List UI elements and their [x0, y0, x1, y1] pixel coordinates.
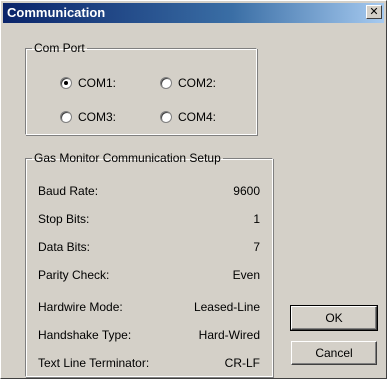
- setting-label: Data Bits:: [38, 240, 91, 254]
- title-bar[interactable]: Communication ✕: [3, 3, 384, 23]
- window-title: Communication: [7, 5, 106, 20]
- ok-button[interactable]: OK: [290, 305, 378, 331]
- com-port-legend: Com Port: [34, 41, 85, 55]
- setting-label: Hardwire Mode:: [38, 300, 123, 314]
- setting-row-baud-rate: Baud Rate: 9600: [38, 183, 260, 199]
- setting-row-hardwire-mode: Hardwire Mode: Leased-Line: [38, 299, 260, 315]
- radio-com1[interactable]: COM1:: [60, 75, 116, 91]
- setting-label: Text Line Terminator:: [38, 356, 150, 370]
- close-button[interactable]: ✕: [366, 5, 382, 19]
- setting-value: 7: [253, 240, 260, 254]
- setting-row-data-bits: Data Bits: 7: [38, 239, 260, 255]
- cancel-button[interactable]: Cancel: [291, 341, 377, 365]
- radio-com4-label: COM4:: [178, 110, 217, 124]
- setting-value: CR-LF: [224, 356, 260, 370]
- setting-row-text-line-terminator: Text Line Terminator: CR-LF: [38, 355, 260, 371]
- setting-row-parity-check: Parity Check: Even: [38, 267, 260, 283]
- setting-label: Stop Bits:: [38, 212, 90, 226]
- communication-dialog: Communication ✕ Com Port COM1: COM2: COM…: [0, 0, 387, 379]
- setting-row-stop-bits: Stop Bits: 1: [38, 211, 260, 227]
- setting-label: Parity Check:: [38, 268, 110, 282]
- setting-row-handshake-type: Handshake Type: Hard-Wired: [38, 327, 260, 343]
- radio-com2[interactable]: COM2:: [160, 75, 216, 91]
- setting-value: Hard-Wired: [198, 328, 260, 342]
- gas-monitor-setup-legend: Gas Monitor Communication Setup: [34, 151, 221, 165]
- gas-monitor-setup-group: Gas Monitor Communication Setup Baud Rat…: [25, 151, 273, 377]
- radio-com3-label: COM3:: [78, 110, 117, 124]
- com-port-group: Com Port COM1: COM2: COM3: COM4:: [25, 41, 257, 135]
- radio-button-icon[interactable]: [60, 77, 72, 89]
- close-icon: ✕: [369, 5, 379, 18]
- setting-value: Leased-Line: [193, 300, 260, 314]
- setting-value: 9600: [233, 184, 260, 198]
- setting-value: Even: [232, 268, 260, 282]
- setting-label: Baud Rate:: [38, 184, 99, 198]
- setting-label: Handshake Type:: [38, 328, 132, 342]
- radio-com4[interactable]: COM4:: [160, 109, 216, 125]
- radio-com3[interactable]: COM3:: [60, 109, 116, 125]
- radio-button-icon[interactable]: [160, 77, 172, 89]
- radio-com2-label: COM2:: [178, 76, 217, 90]
- radio-button-icon[interactable]: [160, 111, 172, 123]
- radio-button-icon[interactable]: [60, 111, 72, 123]
- setting-value: 1: [253, 212, 260, 226]
- radio-com1-label: COM1:: [78, 76, 117, 90]
